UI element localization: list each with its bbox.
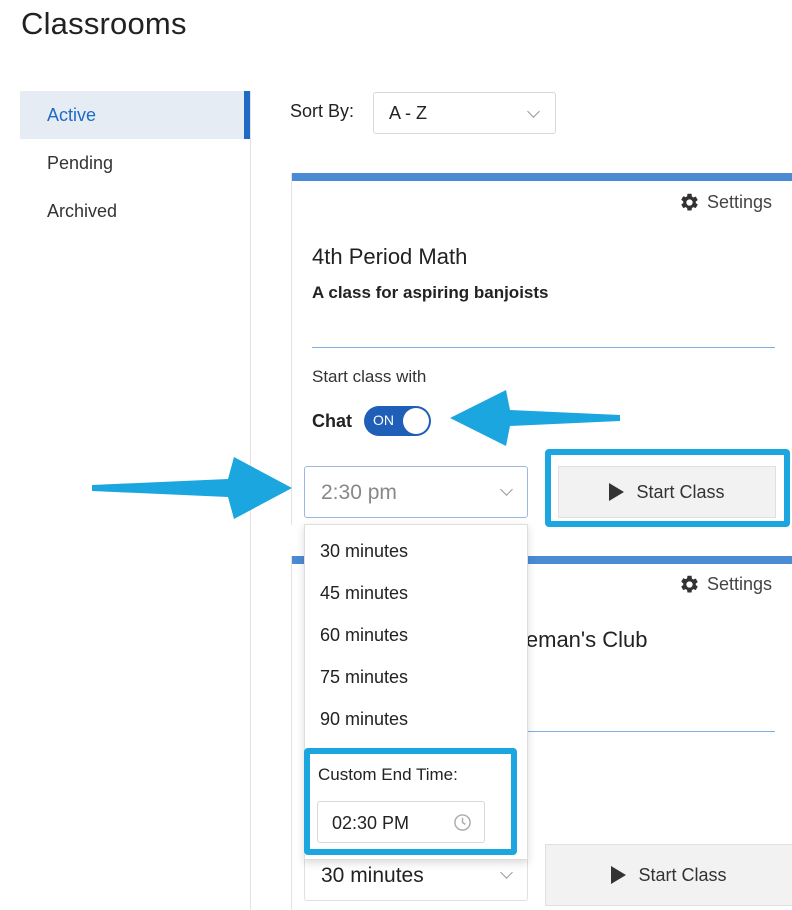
dropdown-option[interactable]: 45 minutes bbox=[320, 583, 408, 604]
sort-label: Sort By: bbox=[290, 101, 355, 121]
custom-end-time-value: 02:30 PM bbox=[332, 813, 410, 833]
settings-label: Settings bbox=[706, 574, 772, 594]
dropdown-option[interactable]: 30 minutes bbox=[320, 541, 408, 562]
chat-label: Chat bbox=[312, 411, 352, 431]
card-title: 4th Period Math bbox=[312, 244, 468, 269]
settings-button[interactable]: Settings bbox=[679, 574, 772, 595]
sort-select[interactable]: A - Z bbox=[373, 92, 556, 134]
custom-end-time-label: Custom End Time: bbox=[318, 765, 458, 784]
settings-label: Settings bbox=[706, 192, 772, 212]
dropdown-option[interactable]: 90 minutes bbox=[320, 709, 408, 730]
dropdown-option[interactable]: 60 minutes bbox=[320, 625, 408, 646]
dropdown-option[interactable]: 75 minutes bbox=[320, 667, 408, 688]
duration-value: 30 minutes bbox=[321, 864, 424, 887]
arrow-to-select-icon bbox=[92, 457, 292, 519]
arrow-to-toggle-icon bbox=[450, 390, 620, 446]
toggle-knob bbox=[403, 408, 429, 434]
play-icon bbox=[611, 866, 627, 884]
duration-value: 2:30 pm bbox=[321, 481, 397, 504]
sidebar: Active Pending Archived bbox=[20, 91, 250, 235]
gear-icon bbox=[681, 575, 698, 593]
chevron-down-icon bbox=[500, 866, 513, 879]
start-class-button[interactable]: Start Class bbox=[558, 466, 776, 518]
duration-select[interactable]: 2:30 pm bbox=[304, 466, 528, 518]
sidebar-item-archived[interactable]: Archived bbox=[20, 187, 250, 235]
start-with-label: Start class with bbox=[312, 367, 427, 386]
start-class-button[interactable]: Start Class bbox=[545, 844, 792, 906]
chevron-down-icon bbox=[500, 483, 513, 496]
card-title: leman's Club bbox=[521, 627, 648, 652]
card-divider bbox=[312, 347, 775, 348]
custom-end-time-input[interactable]: 02:30 PM bbox=[317, 801, 485, 843]
sidebar-item-active[interactable]: Active bbox=[20, 91, 250, 139]
start-class-label: Start Class bbox=[636, 481, 725, 502]
chevron-down-icon bbox=[527, 105, 540, 118]
card-subtitle: A class for aspiring banjoists bbox=[312, 283, 549, 302]
classroom-card: Settings 4th Period Math A class for asp… bbox=[291, 173, 792, 525]
card-top-bar bbox=[292, 173, 792, 181]
chat-toggle[interactable]: ON bbox=[364, 406, 431, 436]
gear-icon bbox=[681, 193, 698, 211]
settings-button[interactable]: Settings bbox=[679, 192, 772, 213]
duration-dropdown: 30 minutes 45 minutes 60 minutes 75 minu… bbox=[304, 524, 528, 860]
clock-icon bbox=[454, 814, 471, 831]
chat-toggle-text: ON bbox=[373, 412, 394, 428]
sidebar-item-pending[interactable]: Pending bbox=[20, 139, 250, 187]
start-class-label: Start Class bbox=[638, 864, 727, 885]
page-title: Classrooms bbox=[21, 6, 187, 41]
play-icon bbox=[609, 483, 625, 501]
sort-value: A - Z bbox=[389, 103, 428, 123]
